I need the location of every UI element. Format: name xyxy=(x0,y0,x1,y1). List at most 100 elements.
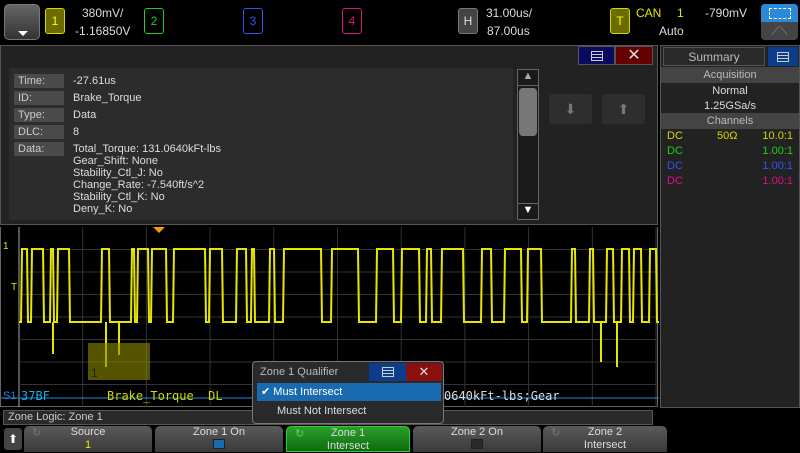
probe-ratio: 1.00:1 xyxy=(762,145,793,157)
time-delay: 87.00us xyxy=(487,24,530,38)
chevron-down-icon xyxy=(18,31,28,36)
acquisition-mode: Normal xyxy=(661,83,799,99)
source-softkey[interactable]: ↻Source1 xyxy=(24,426,152,452)
time-label: Time: xyxy=(14,74,64,88)
trigger-type: CAN xyxy=(636,6,661,20)
sample-rate: 1.25GSa/s xyxy=(661,98,799,114)
channel-4-button[interactable]: 4 xyxy=(342,8,362,34)
channel-1-button[interactable]: 1 xyxy=(45,8,65,34)
popup-menu-button[interactable] xyxy=(369,363,406,381)
scroll-down-arrow-icon[interactable]: ▼ xyxy=(518,203,538,219)
scrollbar[interactable]: ▲ ▼ xyxy=(517,69,539,220)
checkmark-icon: ✔ xyxy=(261,386,273,398)
trigger-position-marker xyxy=(153,227,165,233)
data-line: Stability_Ctl_K: No xyxy=(73,191,165,203)
summary-tab[interactable]: Summary xyxy=(663,47,765,66)
trigger-level-marker: T xyxy=(11,282,17,293)
channel-summary-row: DC 50Ω 10.0:1 xyxy=(661,130,799,146)
channels-header: Channels xyxy=(661,113,799,129)
menu-icon xyxy=(382,367,394,377)
time-scale: 31.00us/ xyxy=(486,6,532,20)
coupling: DC xyxy=(667,160,683,172)
ch1-ground-marker: 1 xyxy=(3,241,9,252)
menu-icon xyxy=(591,51,603,61)
zone-2-on-checkbox[interactable] xyxy=(471,439,483,449)
rotate-knob-icon: ↻ xyxy=(295,428,304,441)
ch1-scale: 380mV/ xyxy=(82,6,123,20)
waveform-icon: ⟋⟍ xyxy=(761,22,798,40)
bus-segment[interactable]: Brake_Torque DL xyxy=(107,389,223,403)
ch1-offset: -1.16850V xyxy=(75,24,130,38)
probe-ratio: 10.0:1 xyxy=(762,130,793,142)
serial-bus-label: S1 xyxy=(3,390,16,402)
acquisition-header: Acquisition xyxy=(661,67,799,83)
arrow-down-icon: ⬇ xyxy=(565,101,577,117)
trigger-mode: Auto xyxy=(659,24,684,38)
trigger-button[interactable]: T xyxy=(610,8,630,34)
zone-1-qualifier-popup: Zone 1 Qualifier ✕ ✔ Must Intersect Must… xyxy=(252,361,444,424)
zone-1-qualifier-softkey[interactable]: ↻Zone 1Intersect xyxy=(286,426,410,452)
bus-segment[interactable]: 0640kFt-lbs;Gear xyxy=(444,389,560,403)
dlc-label: DLC: xyxy=(14,125,64,139)
zone-1-on-softkey[interactable]: Zone 1 On xyxy=(155,426,283,452)
channel-3-button[interactable]: 3 xyxy=(243,8,263,34)
arrow-up-icon: ⬆ xyxy=(618,101,630,117)
data-line: Stability_Ctl_J: No xyxy=(73,167,163,179)
id-value: Brake_Torque xyxy=(73,92,142,104)
back-button[interactable]: ⬆ xyxy=(4,428,22,450)
zoom-box-icon xyxy=(761,4,798,22)
time-value: -27.61us xyxy=(73,75,116,87)
probe-ratio: 1.00:1 xyxy=(762,175,793,187)
coupling: DC xyxy=(667,130,683,142)
type-label: Type: xyxy=(14,108,64,122)
summary-panel: Summary Acquisition Normal 1.25GSa/s Cha… xyxy=(660,45,800,408)
zone-1-on-checkbox[interactable] xyxy=(213,439,225,449)
trigger-source: 1 xyxy=(677,6,684,20)
bus-segment[interactable]: 37BF xyxy=(21,389,50,403)
main-menu-button[interactable] xyxy=(4,4,40,40)
data-line: Change_Rate: -7.540ft/s^2 xyxy=(73,179,204,191)
arrow-up-icon: ⬆ xyxy=(8,432,18,446)
zone-2-qualifier-softkey[interactable]: ↻Zone 2Intersect xyxy=(543,426,667,452)
zone-1-label: 1 xyxy=(91,366,98,380)
zone-2-on-softkey[interactable]: Zone 2 On xyxy=(413,426,541,452)
popup-close-button[interactable]: ✕ xyxy=(406,363,442,381)
probe-ratio: 1.00:1 xyxy=(762,160,793,172)
menu-icon xyxy=(777,52,789,62)
impedance: 50Ω xyxy=(717,130,737,142)
option-must-intersect[interactable]: ✔ Must Intersect xyxy=(257,383,441,401)
horizontal-button[interactable]: H xyxy=(458,8,478,34)
coupling: DC xyxy=(667,175,683,187)
summary-menu-button[interactable] xyxy=(768,47,798,66)
dlc-value: 8 xyxy=(73,126,79,138)
data-line: Deny_K: No xyxy=(73,203,132,215)
decode-lister-panel: ✕ Time: -27.61us ID: Brake_Torque Type: … xyxy=(0,45,658,225)
id-label: ID: xyxy=(14,91,64,105)
data-label: Data: xyxy=(14,142,64,156)
data-value: Total_Torque: 131.0640kFt-lbs xyxy=(73,143,221,155)
panel-close-button[interactable]: ✕ xyxy=(615,46,653,65)
prev-row-button[interactable]: ⬆ xyxy=(602,94,645,124)
close-icon: ✕ xyxy=(627,47,640,64)
popup-title: Zone 1 Qualifier xyxy=(260,366,338,378)
next-row-button[interactable]: ⬇ xyxy=(549,94,592,124)
touch-mode-button[interactable]: ⟋⟍ xyxy=(761,4,798,40)
ch1-trace xyxy=(19,249,659,322)
scrollbar-thumb[interactable] xyxy=(519,88,537,136)
channel-summary-row: DC 1.00:1 xyxy=(661,145,799,161)
data-line: Gear_Shift: None xyxy=(73,155,158,167)
channel-2-button[interactable]: 2 xyxy=(144,8,164,34)
channel-summary-row: DC 1.00:1 xyxy=(661,175,799,191)
panel-menu-button[interactable] xyxy=(578,46,615,65)
type-value: Data xyxy=(73,109,96,121)
trigger-level: -790mV xyxy=(705,6,747,20)
close-icon: ✕ xyxy=(419,364,430,379)
scroll-up-arrow-icon[interactable]: ▲ xyxy=(518,70,538,86)
decode-detail-area: Time: -27.61us ID: Brake_Torque Type: Da… xyxy=(9,68,513,220)
channel-summary-row: DC 1.00:1 xyxy=(661,160,799,176)
rotate-knob-icon: ↻ xyxy=(551,427,560,440)
rotate-knob-icon: ↻ xyxy=(32,427,41,440)
option-must-not-intersect[interactable]: Must Not Intersect xyxy=(257,402,441,420)
coupling: DC xyxy=(667,145,683,157)
zone-1-box[interactable]: 1 xyxy=(88,343,150,380)
